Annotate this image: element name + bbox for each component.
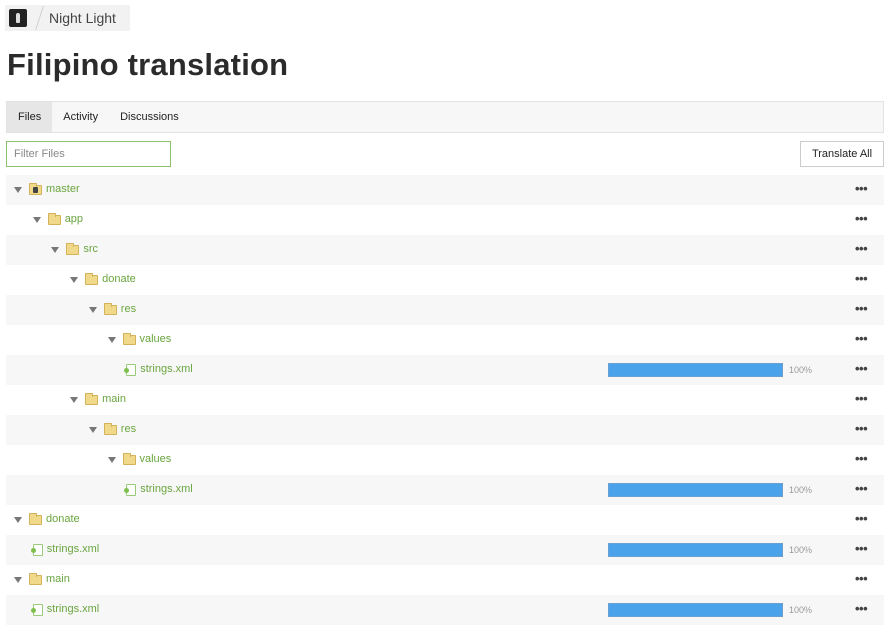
folder-icon — [29, 513, 42, 525]
more-options-icon[interactable]: ••• — [855, 542, 868, 555]
translation-progress-bar — [608, 483, 783, 497]
more-options-icon[interactable]: ••• — [855, 572, 868, 585]
folder-icon — [85, 393, 99, 405]
expand-caret-icon[interactable] — [14, 577, 22, 583]
folder-name-link[interactable]: res — [121, 423, 136, 435]
android-file-icon — [124, 364, 137, 376]
folder-name-link[interactable]: values — [140, 453, 172, 465]
more-options-icon[interactable]: ••• — [855, 422, 868, 435]
expand-caret-icon[interactable] — [70, 277, 79, 283]
project-logo-icon[interactable] — [9, 9, 27, 27]
folder-icon — [122, 453, 136, 465]
folder-icon — [103, 303, 117, 315]
file-row[interactable]: strings.xml 100% ••• — [6, 355, 884, 385]
folder-name-link[interactable]: main — [102, 393, 126, 405]
breadcrumb-separator — [35, 6, 44, 30]
file-row[interactable]: strings.xml 100% ••• — [6, 535, 884, 565]
more-options-icon[interactable]: ••• — [855, 362, 868, 375]
folder-name-link[interactable]: donate — [46, 513, 80, 525]
more-options-icon[interactable]: ••• — [855, 212, 868, 225]
progress-percent-label: 100% — [789, 365, 813, 375]
expand-caret-icon[interactable] — [88, 307, 97, 313]
folder-name-link[interactable]: res — [121, 303, 136, 315]
folder-name-link[interactable]: master — [46, 183, 80, 195]
expand-caret-icon[interactable] — [70, 397, 79, 403]
expand-caret-icon[interactable] — [88, 427, 97, 433]
folder-row[interactable]: donate ••• — [6, 505, 884, 535]
progress-percent-label: 100% — [789, 545, 813, 555]
expand-caret-icon[interactable] — [32, 217, 41, 223]
folder-row[interactable]: values ••• — [6, 445, 884, 475]
breadcrumb-project-link[interactable]: Night Light — [49, 10, 116, 26]
filter-files-input[interactable] — [6, 141, 171, 167]
more-options-icon[interactable]: ••• — [855, 302, 868, 315]
progress-fill — [609, 484, 782, 496]
more-options-icon[interactable]: ••• — [855, 452, 868, 465]
file-name-link[interactable]: strings.xml — [140, 483, 193, 495]
android-file-icon — [30, 544, 43, 556]
progress-fill — [609, 364, 782, 376]
folder-row[interactable]: values ••• — [6, 325, 884, 355]
folder-row[interactable]: res ••• — [6, 295, 884, 325]
folder-icon — [47, 213, 61, 225]
branch-folder-icon — [29, 183, 42, 195]
folder-row[interactable]: master ••• — [6, 175, 884, 205]
translation-progress-bar — [608, 363, 783, 377]
folder-icon — [29, 573, 42, 585]
folder-name-link[interactable]: main — [46, 573, 70, 585]
folder-name-link[interactable]: app — [65, 213, 83, 225]
folder-icon — [122, 333, 136, 345]
folder-row[interactable]: res ••• — [6, 415, 884, 445]
more-options-icon[interactable]: ••• — [855, 482, 868, 495]
expand-caret-icon[interactable] — [14, 187, 22, 193]
folder-row[interactable]: main ••• — [6, 565, 884, 595]
more-options-icon[interactable]: ••• — [855, 182, 868, 195]
file-name-link[interactable]: strings.xml — [47, 543, 100, 555]
more-options-icon[interactable]: ••• — [855, 242, 868, 255]
folder-icon — [85, 273, 99, 285]
more-options-icon[interactable]: ••• — [855, 392, 868, 405]
tab-activity[interactable]: Activity — [52, 102, 109, 132]
file-row[interactable]: strings.xml 100% ••• — [6, 475, 884, 505]
expand-caret-icon[interactable] — [107, 337, 116, 343]
file-row[interactable]: strings.xml 100% ••• — [6, 595, 884, 625]
folder-row[interactable]: app ••• — [6, 205, 884, 235]
translation-progress-bar — [608, 543, 783, 557]
tab-files[interactable]: Files — [7, 102, 53, 132]
breadcrumb: Night Light — [5, 5, 130, 31]
folder-row[interactable]: donate ••• — [6, 265, 884, 295]
expand-caret-icon[interactable] — [14, 517, 22, 523]
expand-caret-icon[interactable] — [51, 247, 60, 253]
more-options-icon[interactable]: ••• — [855, 602, 868, 615]
folder-row[interactable]: src ••• — [6, 235, 884, 265]
folder-name-link[interactable]: src — [83, 243, 98, 255]
expand-caret-icon[interactable] — [107, 457, 116, 463]
progress-fill — [609, 604, 782, 616]
folder-row[interactable]: main ••• — [6, 385, 884, 415]
translate-all-button[interactable]: Translate All — [800, 141, 884, 167]
more-options-icon[interactable]: ••• — [855, 512, 868, 525]
folder-name-link[interactable]: values — [140, 333, 172, 345]
android-file-icon — [30, 604, 43, 616]
branch-mark-icon — [33, 187, 38, 193]
progress-percent-label: 100% — [789, 485, 813, 495]
tab-bar: Files Activity Discussions — [6, 101, 884, 133]
file-name-link[interactable]: strings.xml — [140, 363, 193, 375]
progress-fill — [609, 544, 782, 556]
folder-name-link[interactable]: donate — [102, 273, 136, 285]
more-options-icon[interactable]: ••• — [855, 332, 868, 345]
folder-icon — [66, 243, 80, 255]
file-name-link[interactable]: strings.xml — [47, 603, 100, 615]
file-tree: master ••• app ••• src ••• donate ••• res ••• valu… — [6, 175, 884, 625]
folder-icon — [103, 423, 117, 435]
translation-progress-bar — [608, 603, 783, 617]
progress-percent-label: 100% — [789, 605, 813, 615]
more-options-icon[interactable]: ••• — [855, 272, 868, 285]
tab-discussions[interactable]: Discussions — [109, 102, 190, 132]
page-title: Filipino translation — [7, 47, 289, 82]
android-file-icon — [124, 484, 137, 496]
